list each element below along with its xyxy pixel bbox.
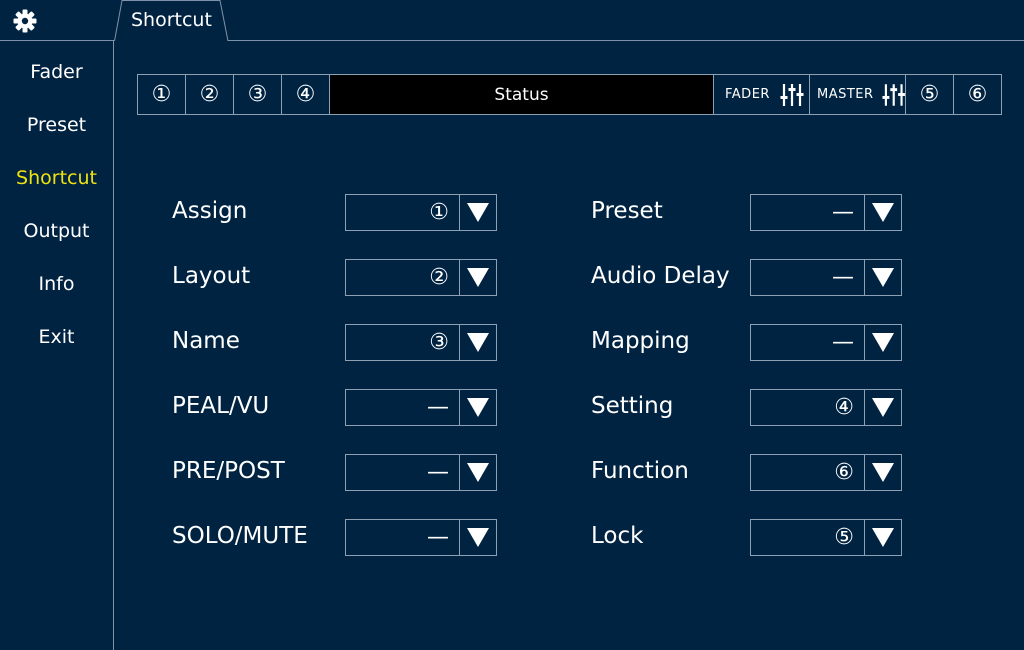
sidebar-item-output[interactable]: Output <box>0 220 113 242</box>
triangle-down-icon[interactable] <box>460 390 496 425</box>
dropdown-value: ③ <box>346 325 460 360</box>
sidebar-item-exit[interactable]: Exit <box>0 326 113 348</box>
row-label-mapping: Mapping <box>591 328 690 354</box>
sidebar-item-fader[interactable]: Fader <box>0 61 113 83</box>
triangle-down-icon[interactable] <box>865 520 901 555</box>
dropdown-value: — <box>751 325 865 360</box>
triangle-down-icon[interactable] <box>865 455 901 490</box>
sliders-icon <box>882 83 905 106</box>
triangle-down-icon[interactable] <box>460 260 496 295</box>
triangle-down-icon[interactable] <box>460 325 496 360</box>
dropdown-value: ⑥ <box>751 455 865 490</box>
top-divider <box>228 40 1024 41</box>
dropdown-value: ④ <box>751 390 865 425</box>
preset-dropdown[interactable]: — <box>750 194 902 231</box>
row-label-pre-post: PRE/POST <box>172 458 285 484</box>
row-label-name: Name <box>172 328 240 354</box>
row-label-layout: Layout <box>172 263 251 289</box>
shortcut-slot-4[interactable]: ④ <box>282 75 330 114</box>
name-dropdown[interactable]: ③ <box>345 324 497 361</box>
dropdown-value: — <box>346 455 460 490</box>
shortcut-slot-3[interactable]: ③ <box>234 75 282 114</box>
shortcut-slot-6[interactable]: ⑥ <box>954 75 1001 114</box>
triangle-down-icon[interactable] <box>865 260 901 295</box>
sidebar-divider <box>113 40 114 650</box>
dropdown-value: — <box>751 260 865 295</box>
master-button[interactable]: MASTER <box>810 75 906 114</box>
peal-vu-dropdown[interactable]: — <box>345 389 497 426</box>
sidebar-item-info[interactable]: Info <box>0 273 113 295</box>
fader-button[interactable]: FADER <box>714 75 810 114</box>
gear-icon[interactable] <box>12 8 38 34</box>
triangle-down-icon[interactable] <box>865 195 901 230</box>
shortcut-strip: ① ② ③ ④ Status FADER MASTER ⑤ ⑥ <box>137 74 1002 115</box>
sidebar-item-shortcut[interactable]: Shortcut <box>0 167 113 189</box>
triangle-down-icon[interactable] <box>865 325 901 360</box>
triangle-down-icon[interactable] <box>460 195 496 230</box>
row-label-peal-vu: PEAL/VU <box>172 393 270 419</box>
mapping-dropdown[interactable]: — <box>750 324 902 361</box>
sliders-icon <box>780 83 804 106</box>
dropdown-value: — <box>346 390 460 425</box>
shortcut-slot-5[interactable]: ⑤ <box>906 75 954 114</box>
pre-post-dropdown[interactable]: — <box>345 454 497 491</box>
app-window: Shortcut Fader Preset Shortcut Output In… <box>0 0 1024 650</box>
dropdown-value: ② <box>346 260 460 295</box>
top-divider <box>0 40 114 41</box>
dropdown-value: — <box>751 195 865 230</box>
sidebar-item-preset[interactable]: Preset <box>0 114 113 136</box>
dropdown-value: ① <box>346 195 460 230</box>
fader-label: FADER <box>725 87 770 102</box>
master-label: MASTER <box>817 87 874 102</box>
tab-label: Shortcut <box>131 9 212 31</box>
triangle-down-icon[interactable] <box>460 520 496 555</box>
status-display: Status <box>330 75 714 114</box>
dropdown-value: — <box>346 520 460 555</box>
row-label-assign: Assign <box>172 198 248 224</box>
layout-dropdown[interactable]: ② <box>345 259 497 296</box>
solo-mute-dropdown[interactable]: — <box>345 519 497 556</box>
audio-delay-dropdown[interactable]: — <box>750 259 902 296</box>
shortcut-slot-1[interactable]: ① <box>138 75 186 114</box>
triangle-down-icon[interactable] <box>865 390 901 425</box>
lock-dropdown[interactable]: ⑤ <box>750 519 902 556</box>
triangle-down-icon[interactable] <box>460 455 496 490</box>
row-label-lock: Lock <box>591 523 644 549</box>
shortcut-slot-2[interactable]: ② <box>186 75 234 114</box>
row-label-function: Function <box>591 458 689 484</box>
row-label-solo-mute: SOLO/MUTE <box>172 523 308 549</box>
setting-dropdown[interactable]: ④ <box>750 389 902 426</box>
row-label-audio-delay: Audio Delay <box>591 263 730 289</box>
dropdown-value: ⑤ <box>751 520 865 555</box>
row-label-setting: Setting <box>591 393 674 419</box>
row-label-preset: Preset <box>591 198 663 224</box>
assign-dropdown[interactable]: ① <box>345 194 497 231</box>
function-dropdown[interactable]: ⑥ <box>750 454 902 491</box>
tab-shortcut[interactable]: Shortcut <box>114 0 232 41</box>
